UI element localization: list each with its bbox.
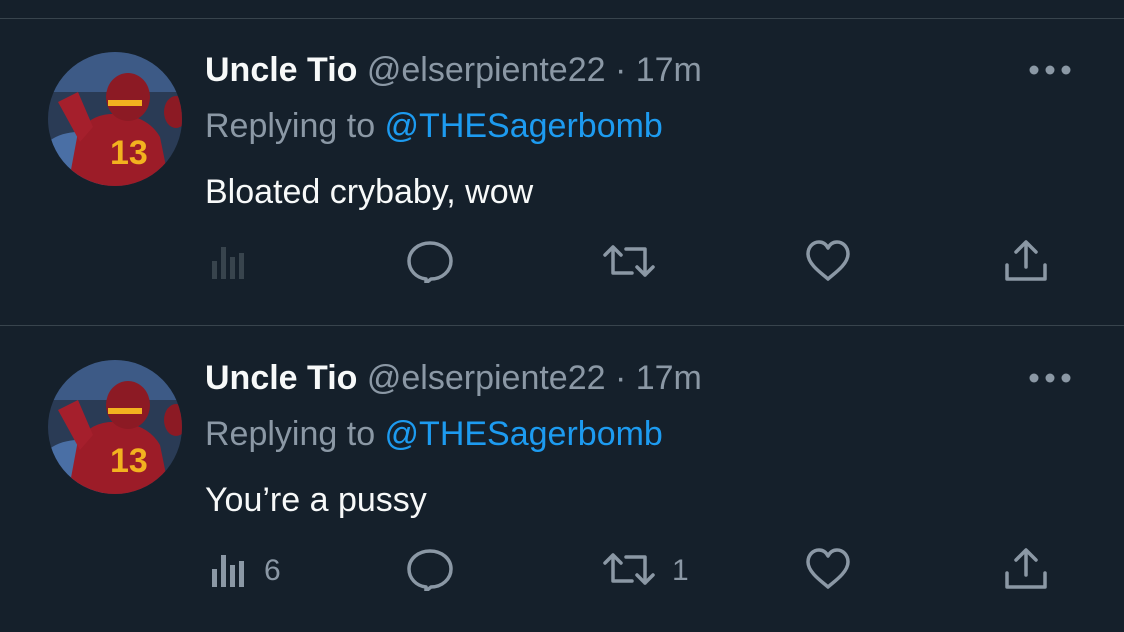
share-icon (1003, 239, 1049, 288)
share-button[interactable] (1003, 547, 1049, 596)
share-button[interactable] (1003, 239, 1049, 288)
reply-icon (406, 239, 454, 288)
more-icon[interactable] (1026, 60, 1074, 80)
reply-icon (406, 547, 454, 596)
avatar[interactable]: 13 (48, 360, 182, 494)
retweet-icon (602, 239, 656, 288)
tweet[interactable]: 13 Uncle Tio @elserpiente22 · 17m Replyi… (0, 326, 1124, 632)
retweet-button[interactable] (602, 241, 672, 285)
like-icon (804, 547, 852, 596)
handle-timestamp[interactable]: @elserpiente22 · 17m (367, 359, 702, 397)
replying-prefix: Replying to (205, 415, 385, 453)
mention-link[interactable]: @THESagerbomb (385, 415, 663, 453)
retweet-icon (602, 547, 656, 596)
like-button[interactable] (804, 239, 852, 288)
analytics-icon (208, 239, 248, 288)
mention-link[interactable]: @THESagerbomb (385, 107, 663, 145)
tweet[interactable]: 13 Uncle Tio @elserpiente22 · 17m Replyi… (0, 0, 1124, 325)
handle-timestamp[interactable]: @elserpiente22 · 17m (367, 51, 702, 89)
tweet-header: Uncle Tio @elserpiente22 · 17m (205, 50, 702, 90)
replying-prefix: Replying to (205, 107, 385, 145)
svg-text:13: 13 (110, 134, 148, 172)
share-icon (1003, 547, 1049, 596)
reply-button[interactable] (406, 239, 454, 288)
analytics-button[interactable]: 6 (208, 549, 281, 593)
replying-to: Replying to @THESagerbomb (205, 106, 663, 146)
display-name[interactable]: Uncle Tio (205, 51, 357, 89)
like-button[interactable] (804, 547, 852, 596)
reply-button[interactable] (406, 547, 454, 596)
tweet-text: Bloated crybaby, wow (205, 173, 534, 211)
retweet-count: 1 (672, 554, 689, 587)
analytics-icon (208, 547, 248, 596)
display-name[interactable]: Uncle Tio (205, 359, 357, 397)
like-icon (804, 239, 852, 288)
more-icon[interactable] (1026, 368, 1074, 388)
analytics-count: 6 (264, 554, 281, 587)
tweet-text: You’re a pussy (205, 481, 427, 519)
avatar[interactable]: 13 (48, 52, 182, 186)
retweet-button[interactable]: 1 (602, 549, 689, 593)
replying-to: Replying to @THESagerbomb (205, 414, 663, 454)
analytics-button[interactable] (208, 241, 264, 285)
tweet-feed: 13 Uncle Tio @elserpiente22 · 17m Replyi… (0, 0, 1124, 632)
svg-text:13: 13 (110, 442, 148, 480)
tweet-header: Uncle Tio @elserpiente22 · 17m (205, 358, 702, 398)
